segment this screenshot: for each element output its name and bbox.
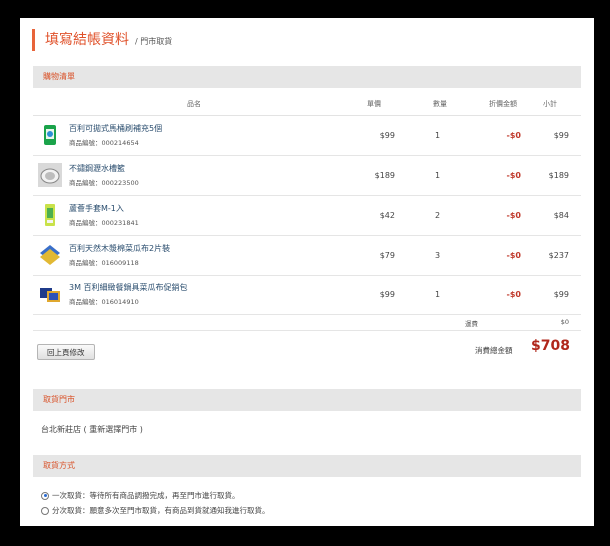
discount-amount: -$0 <box>506 131 521 140</box>
page-title: 填寫結帳資料 <box>45 32 129 48</box>
product-code: 商品編號：000214654 <box>69 139 139 147</box>
product-code: 商品編號：016014910 <box>69 298 139 306</box>
total-amount: $708 <box>531 338 570 354</box>
product-name[interactable]: 百利可拋式馬桶刷補充5個 <box>69 123 162 134</box>
shipping-value: $0 <box>560 318 569 326</box>
pickup-store-line: 台北新莊店 ( 重新選擇門市 ) <box>41 424 143 435</box>
product-name[interactable]: 百利天然木漿棉菜瓜布2片裝 <box>69 243 170 254</box>
total-label: 消費總金額 <box>475 346 513 355</box>
product-name[interactable]: 不鏽鋼瀝水槽籃 <box>69 163 125 174</box>
cart-section-header: 購物清單 <box>33 66 581 88</box>
pickup-option-single[interactable]: 一次取貨：等待所有商品調撥完成，再至門市進行取貨。 <box>41 490 240 501</box>
discount-amount: -$0 <box>506 251 521 260</box>
pickup-method-section-header: 取貨方式 <box>33 455 581 477</box>
radio-unselected-icon[interactable] <box>41 506 49 515</box>
subtotal: $99 <box>553 290 569 299</box>
cart-row: 百利天然木漿棉菜瓜布2片裝 商品編號：016009118 $79 3 -$0 $… <box>33 236 581 276</box>
product-name[interactable]: 蘆薈手套M-1入 <box>69 203 124 214</box>
unit-price: $99 <box>379 131 395 140</box>
subtotal: $237 <box>548 251 569 260</box>
unit-price: $42 <box>379 211 395 220</box>
subtotal: $84 <box>553 211 569 220</box>
gloves-product-icon[interactable] <box>38 203 62 227</box>
col-qty: 數量 <box>433 100 447 108</box>
discount-amount: -$0 <box>506 211 521 220</box>
checkout-panel: 填寫結帳資料 / 門市取貨 購物清單 品名 單價 數量 折價金額 小計 百利可拋… <box>20 18 594 526</box>
subtotal: $189 <box>548 171 569 180</box>
radio-selected-icon[interactable] <box>41 491 49 500</box>
sink-basket-product-icon[interactable] <box>38 163 62 187</box>
reselect-store-link[interactable]: ( 重新選擇門市 ) <box>84 425 143 434</box>
pickup-option-label[interactable]: 分次取貨：願意多次至門市取貨，有商品到貨就通知我進行取貨。 <box>52 505 270 516</box>
col-discount: 折價金額 <box>489 100 517 108</box>
sponge-product-icon[interactable] <box>38 243 62 267</box>
page-title-bar: 填寫結帳資料 / 門市取貨 <box>32 29 172 51</box>
cart-row: 3M 百利細緻餐鍋具菜瓜布促銷包 商品編號：016014910 $99 1 -$… <box>33 275 581 315</box>
discount-amount: -$0 <box>506 171 521 180</box>
product-code: 商品編號：000223500 <box>69 179 139 187</box>
product-code: 商品編號：016009118 <box>69 259 139 267</box>
quantity: 3 <box>435 251 441 260</box>
subtotal: $99 <box>553 131 569 140</box>
page-subtitle: / 門市取貨 <box>135 37 173 46</box>
shipping-row: 運費 $0 <box>33 314 581 331</box>
cart-row: 不鏽鋼瀝水槽籃 商品編號：000223500 $189 1 -$0 $189 <box>33 156 581 196</box>
quantity: 1 <box>435 290 441 299</box>
discount-amount: -$0 <box>506 290 521 299</box>
pickup-option-label[interactable]: 一次取貨：等待所有商品調撥完成，再至門市進行取貨。 <box>52 490 240 501</box>
col-unit-price: 單價 <box>367 100 381 108</box>
scrub-pad-product-icon[interactable] <box>38 282 62 306</box>
cart-row: 蘆薈手套M-1入 商品編號：000231841 $42 2 -$0 $84 <box>33 196 581 236</box>
pickup-store-section-header: 取貨門市 <box>33 389 581 411</box>
pickup-option-split[interactable]: 分次取貨：願意多次至門市取貨，有商品到貨就通知我進行取貨。 <box>41 505 270 516</box>
product-code: 商品編號：000231841 <box>69 219 139 227</box>
quantity: 1 <box>435 171 441 180</box>
product-name[interactable]: 3M 百利細緻餐鍋具菜瓜布促銷包 <box>69 282 188 293</box>
toilet-brush-refill-product-icon[interactable] <box>38 123 62 147</box>
unit-price: $99 <box>379 290 395 299</box>
unit-price: $189 <box>374 171 395 180</box>
quantity: 2 <box>435 211 441 220</box>
cart-column-header: 品名 單價 數量 折價金額 小計 <box>33 91 581 116</box>
col-subtotal: 小計 <box>543 100 557 108</box>
shipping-label: 運費 <box>465 320 478 328</box>
cart-row: 百利可拋式馬桶刷補充5個 商品編號：000214654 $99 1 -$0 $9… <box>33 116 581 156</box>
col-name: 品名 <box>187 100 201 108</box>
back-to-edit-button[interactable]: 回上頁修改 <box>37 344 95 360</box>
unit-price: $79 <box>379 251 395 260</box>
store-name: 台北新莊店 <box>41 425 81 434</box>
quantity: 1 <box>435 131 441 140</box>
